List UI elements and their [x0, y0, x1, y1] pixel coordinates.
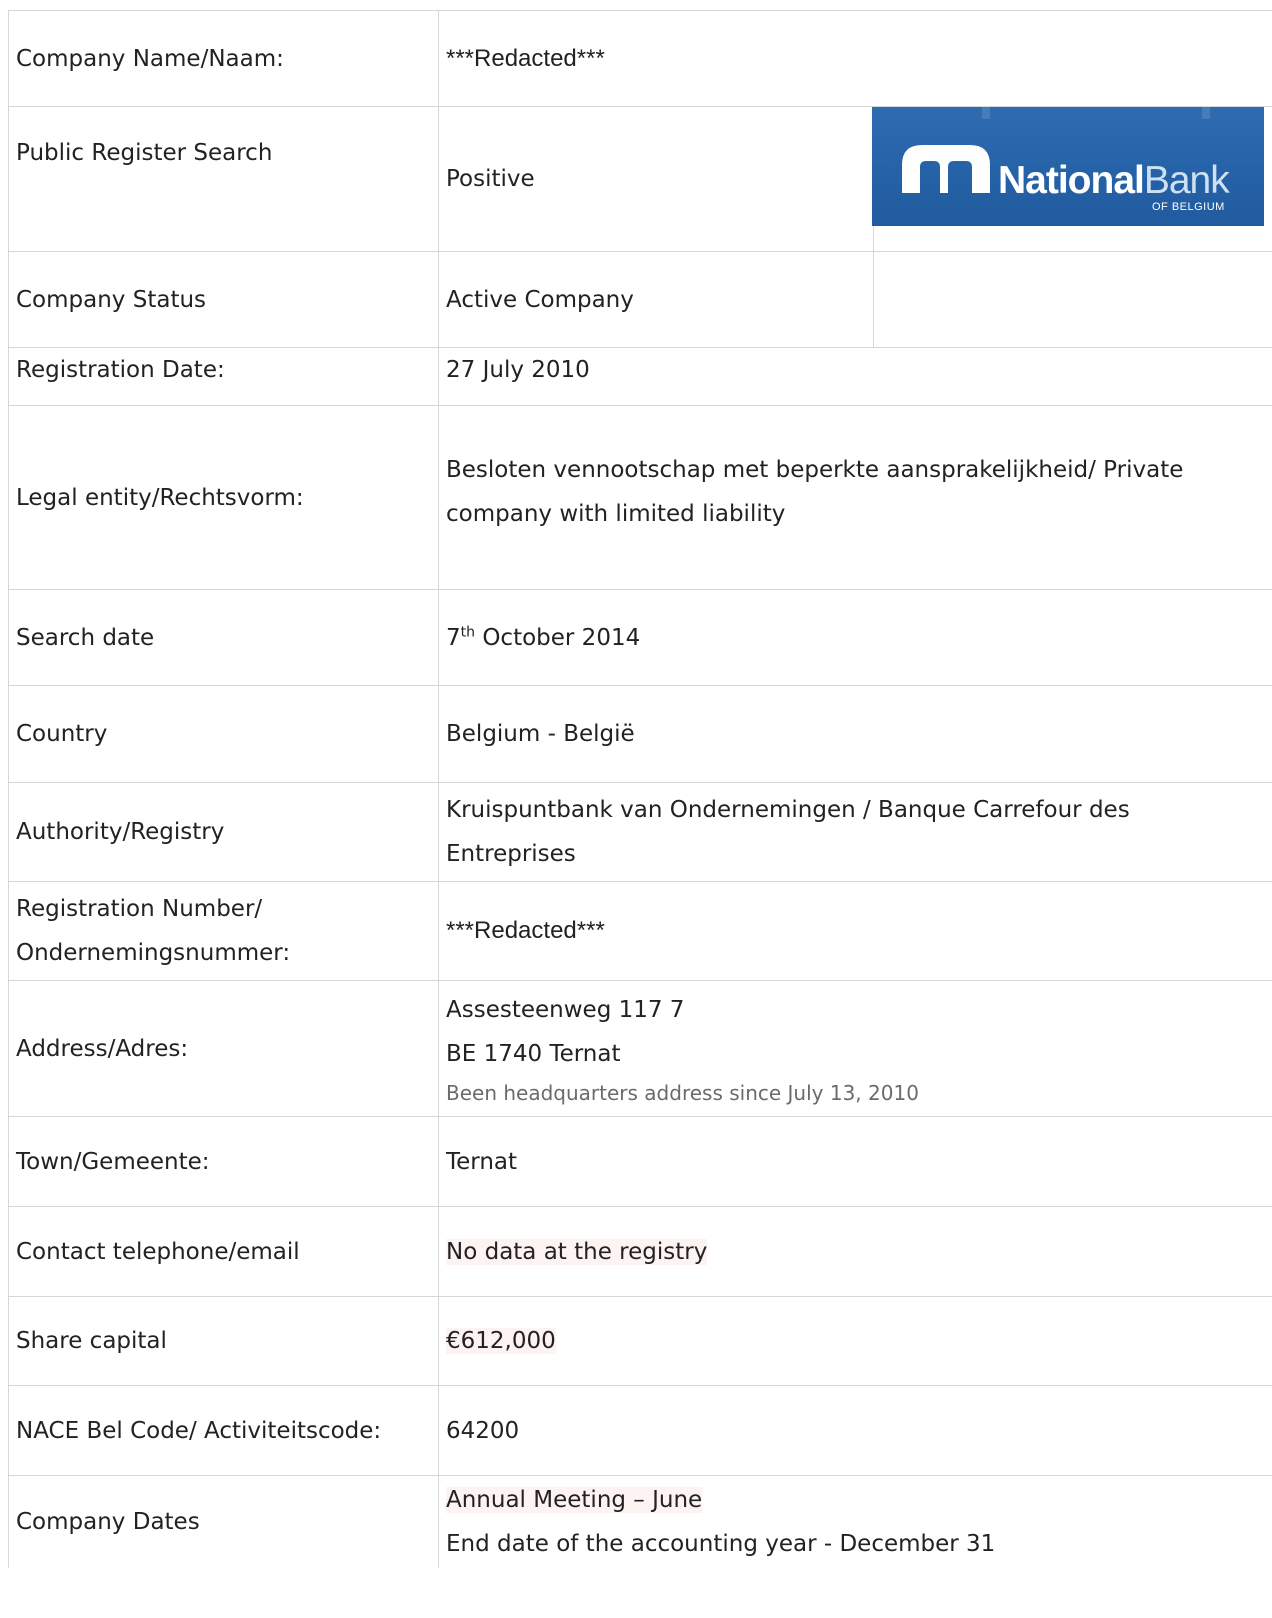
- share-capital-value: €612,000: [446, 1328, 556, 1354]
- row-contact: Contact telephone/email No data at the r…: [8, 1207, 1272, 1297]
- legal-entity-line-1: Besloten vennootschap met beperkte aansp…: [446, 457, 1184, 483]
- logo-subtitle: OF BELGIUM: [1152, 201, 1225, 213]
- value-address: Assesteenweg 117 7 BE 1740 Ternat Been h…: [439, 981, 1272, 1116]
- contact-value: No data at the registry: [446, 1238, 708, 1265]
- company-dates-line-2: End date of the accounting year - Decemb…: [446, 1531, 996, 1557]
- logo-wordmark: NationalBank: [998, 159, 1230, 203]
- value-share-capital: €612,000: [439, 1297, 1272, 1385]
- label-nace: NACE Bel Code/ Activiteitscode:: [8, 1386, 439, 1475]
- value-registration-date: 27 July 2010: [446, 357, 590, 383]
- search-date-day: 7: [446, 624, 461, 651]
- search-date-suffix: th: [460, 623, 476, 640]
- label-country: Country: [8, 686, 439, 782]
- registration-number-label-2: Ondernemingsnummer:: [16, 940, 291, 966]
- row-registration-date: Registration Date: 27 July 2010: [8, 348, 1272, 406]
- address-line-2: BE 1740 Ternat: [446, 1040, 621, 1067]
- legal-entity-line-2: company with limited liability: [446, 501, 786, 527]
- row-country: Country Belgium - België: [8, 686, 1272, 783]
- company-info-table: Company Name/Naam: ***Redacted*** Public…: [8, 10, 1272, 1568]
- logo-texture-2: [1202, 107, 1210, 119]
- search-date-rest: October 2014: [475, 624, 641, 651]
- label-company-name: Company Name/Naam:: [8, 11, 439, 106]
- label-authority: Authority/Registry: [8, 783, 439, 881]
- row-company-name: Company Name/Naam: ***Redacted***: [8, 10, 1272, 107]
- label-contact: Contact telephone/email: [8, 1207, 439, 1296]
- row-authority: Authority/Registry Kruispuntbank van Ond…: [8, 783, 1272, 882]
- authority-line-2: Entreprises: [446, 841, 576, 867]
- value-nace: 64200: [446, 1417, 520, 1444]
- address-line-1: Assesteenweg 117 7: [446, 996, 685, 1023]
- logo-texture-1: [982, 107, 990, 119]
- label-company-status: Company Status: [8, 252, 439, 347]
- logo-arch-icon: [902, 145, 990, 193]
- logo-word-light: Bank: [1143, 159, 1230, 202]
- row-search-date: Search date 7th October 2014: [8, 590, 1272, 686]
- label-address: Address/Adres:: [8, 981, 439, 1116]
- value-country: Belgium - België: [446, 721, 635, 747]
- row-company-status: Company Status Active Company: [8, 252, 1272, 348]
- row-company-dates: Company Dates Annual Meeting – June End …: [8, 1476, 1272, 1568]
- row-address: Address/Adres: Assesteenweg 117 7 BE 174…: [8, 981, 1272, 1117]
- label-company-dates: Company Dates: [8, 1476, 439, 1568]
- value-company-dates: Annual Meeting – June End date of the ac…: [439, 1476, 1272, 1568]
- label-registration-date: Registration Date:: [8, 348, 439, 405]
- value-registration-number: ***Redacted***: [446, 917, 605, 944]
- label-registration-number: Registration Number/ Ondernemingsnummer:: [8, 882, 439, 980]
- authority-line-1: Kruispuntbank van Ondernemingen / Banque…: [446, 797, 1130, 823]
- value-search-date: 7th October 2014: [439, 590, 1272, 685]
- logo-word-bold: National: [998, 159, 1145, 202]
- value-legal-entity: Besloten vennootschap met beperkte aansp…: [439, 406, 1272, 589]
- registration-number-label-1: Registration Number/: [16, 896, 263, 922]
- label-public-register: Public Register Search: [8, 107, 439, 251]
- value-authority: Kruispuntbank van Ondernemingen / Banque…: [439, 783, 1272, 881]
- row-nace: NACE Bel Code/ Activiteitscode: 64200: [8, 1386, 1272, 1476]
- row-town: Town/Gemeente: Ternat: [8, 1117, 1272, 1207]
- value-company-name: ***Redacted***: [446, 44, 605, 72]
- row-registration-number: Registration Number/ Ondernemingsnummer:…: [8, 882, 1272, 981]
- address-note: Been headquarters address since July 13,…: [446, 1080, 919, 1105]
- row-legal-entity: Legal entity/Rechtsvorm: Besloten vennoo…: [8, 406, 1272, 590]
- label-legal-entity: Legal entity/Rechtsvorm:: [8, 406, 439, 589]
- value-town: Ternat: [446, 1148, 518, 1175]
- row-share-capital: Share capital €612,000: [8, 1297, 1272, 1386]
- label-search-date: Search date: [8, 590, 439, 685]
- value-contact: No data at the registry: [439, 1207, 1272, 1296]
- company-dates-line-1: Annual Meeting – June: [446, 1487, 703, 1513]
- national-bank-logo: NationalBank OF BELGIUM: [872, 107, 1264, 226]
- label-town: Town/Gemeente:: [8, 1117, 439, 1206]
- label-share-capital: Share capital: [8, 1297, 439, 1385]
- value-company-status: Active Company: [446, 286, 634, 313]
